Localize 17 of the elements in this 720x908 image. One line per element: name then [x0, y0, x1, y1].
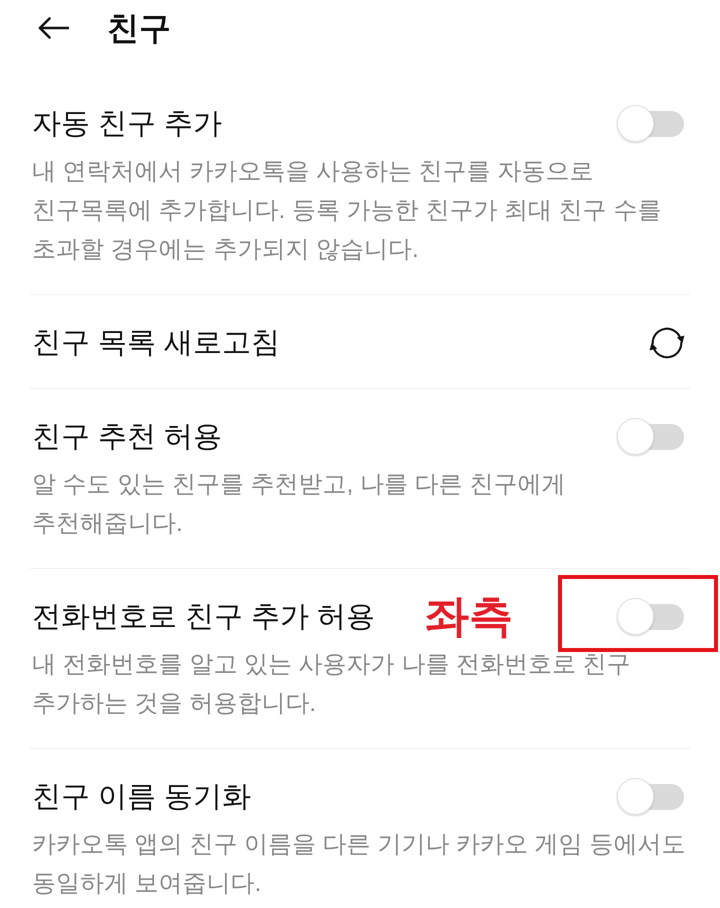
back-arrow-icon[interactable] — [37, 17, 69, 39]
toggle-switch[interactable] — [616, 598, 686, 636]
refresh-icon[interactable] — [648, 327, 686, 359]
page-title: 친구 — [107, 9, 171, 48]
setting-title: 친구 목록 새로고침 — [32, 326, 280, 361]
annotation-label: 좌측 — [425, 595, 514, 639]
toggle-switch[interactable] — [616, 418, 686, 456]
toggle-switch[interactable] — [616, 778, 686, 816]
setting-description: 내 전화번호를 알고 있는 사용자가 나를 전화번호로 친구 추가하는 것을 허용합니다. — [32, 650, 632, 719]
toggle-switch[interactable] — [616, 105, 686, 143]
setting-description: 알 수도 있는 친구를 추천받고, 나를 다른 친구에게 추천해줍니다. — [32, 470, 566, 539]
setting-description: 내 연락처에서 카카오톡을 사용하는 친구를 자동으로 친구목록에 추가합니다. 등록 가능한 친구가 최대 친구 수를 초과할 경우에는 추가되지 않습니다. — [32, 157, 662, 265]
setting-title: 친구 이름 동기화 — [32, 780, 252, 815]
setting-title: 친구 추천 허용 — [32, 420, 222, 455]
setting-title: 자동 친구 추가 — [32, 107, 222, 142]
setting-description: 카카오톡 앱의 친구 이름을 다른 기기나 카카오 게임 등에서도 동일하게 보여줍니다. — [32, 830, 686, 899]
setting-title: 전화번호로 친구 추가 허용 — [32, 600, 376, 635]
